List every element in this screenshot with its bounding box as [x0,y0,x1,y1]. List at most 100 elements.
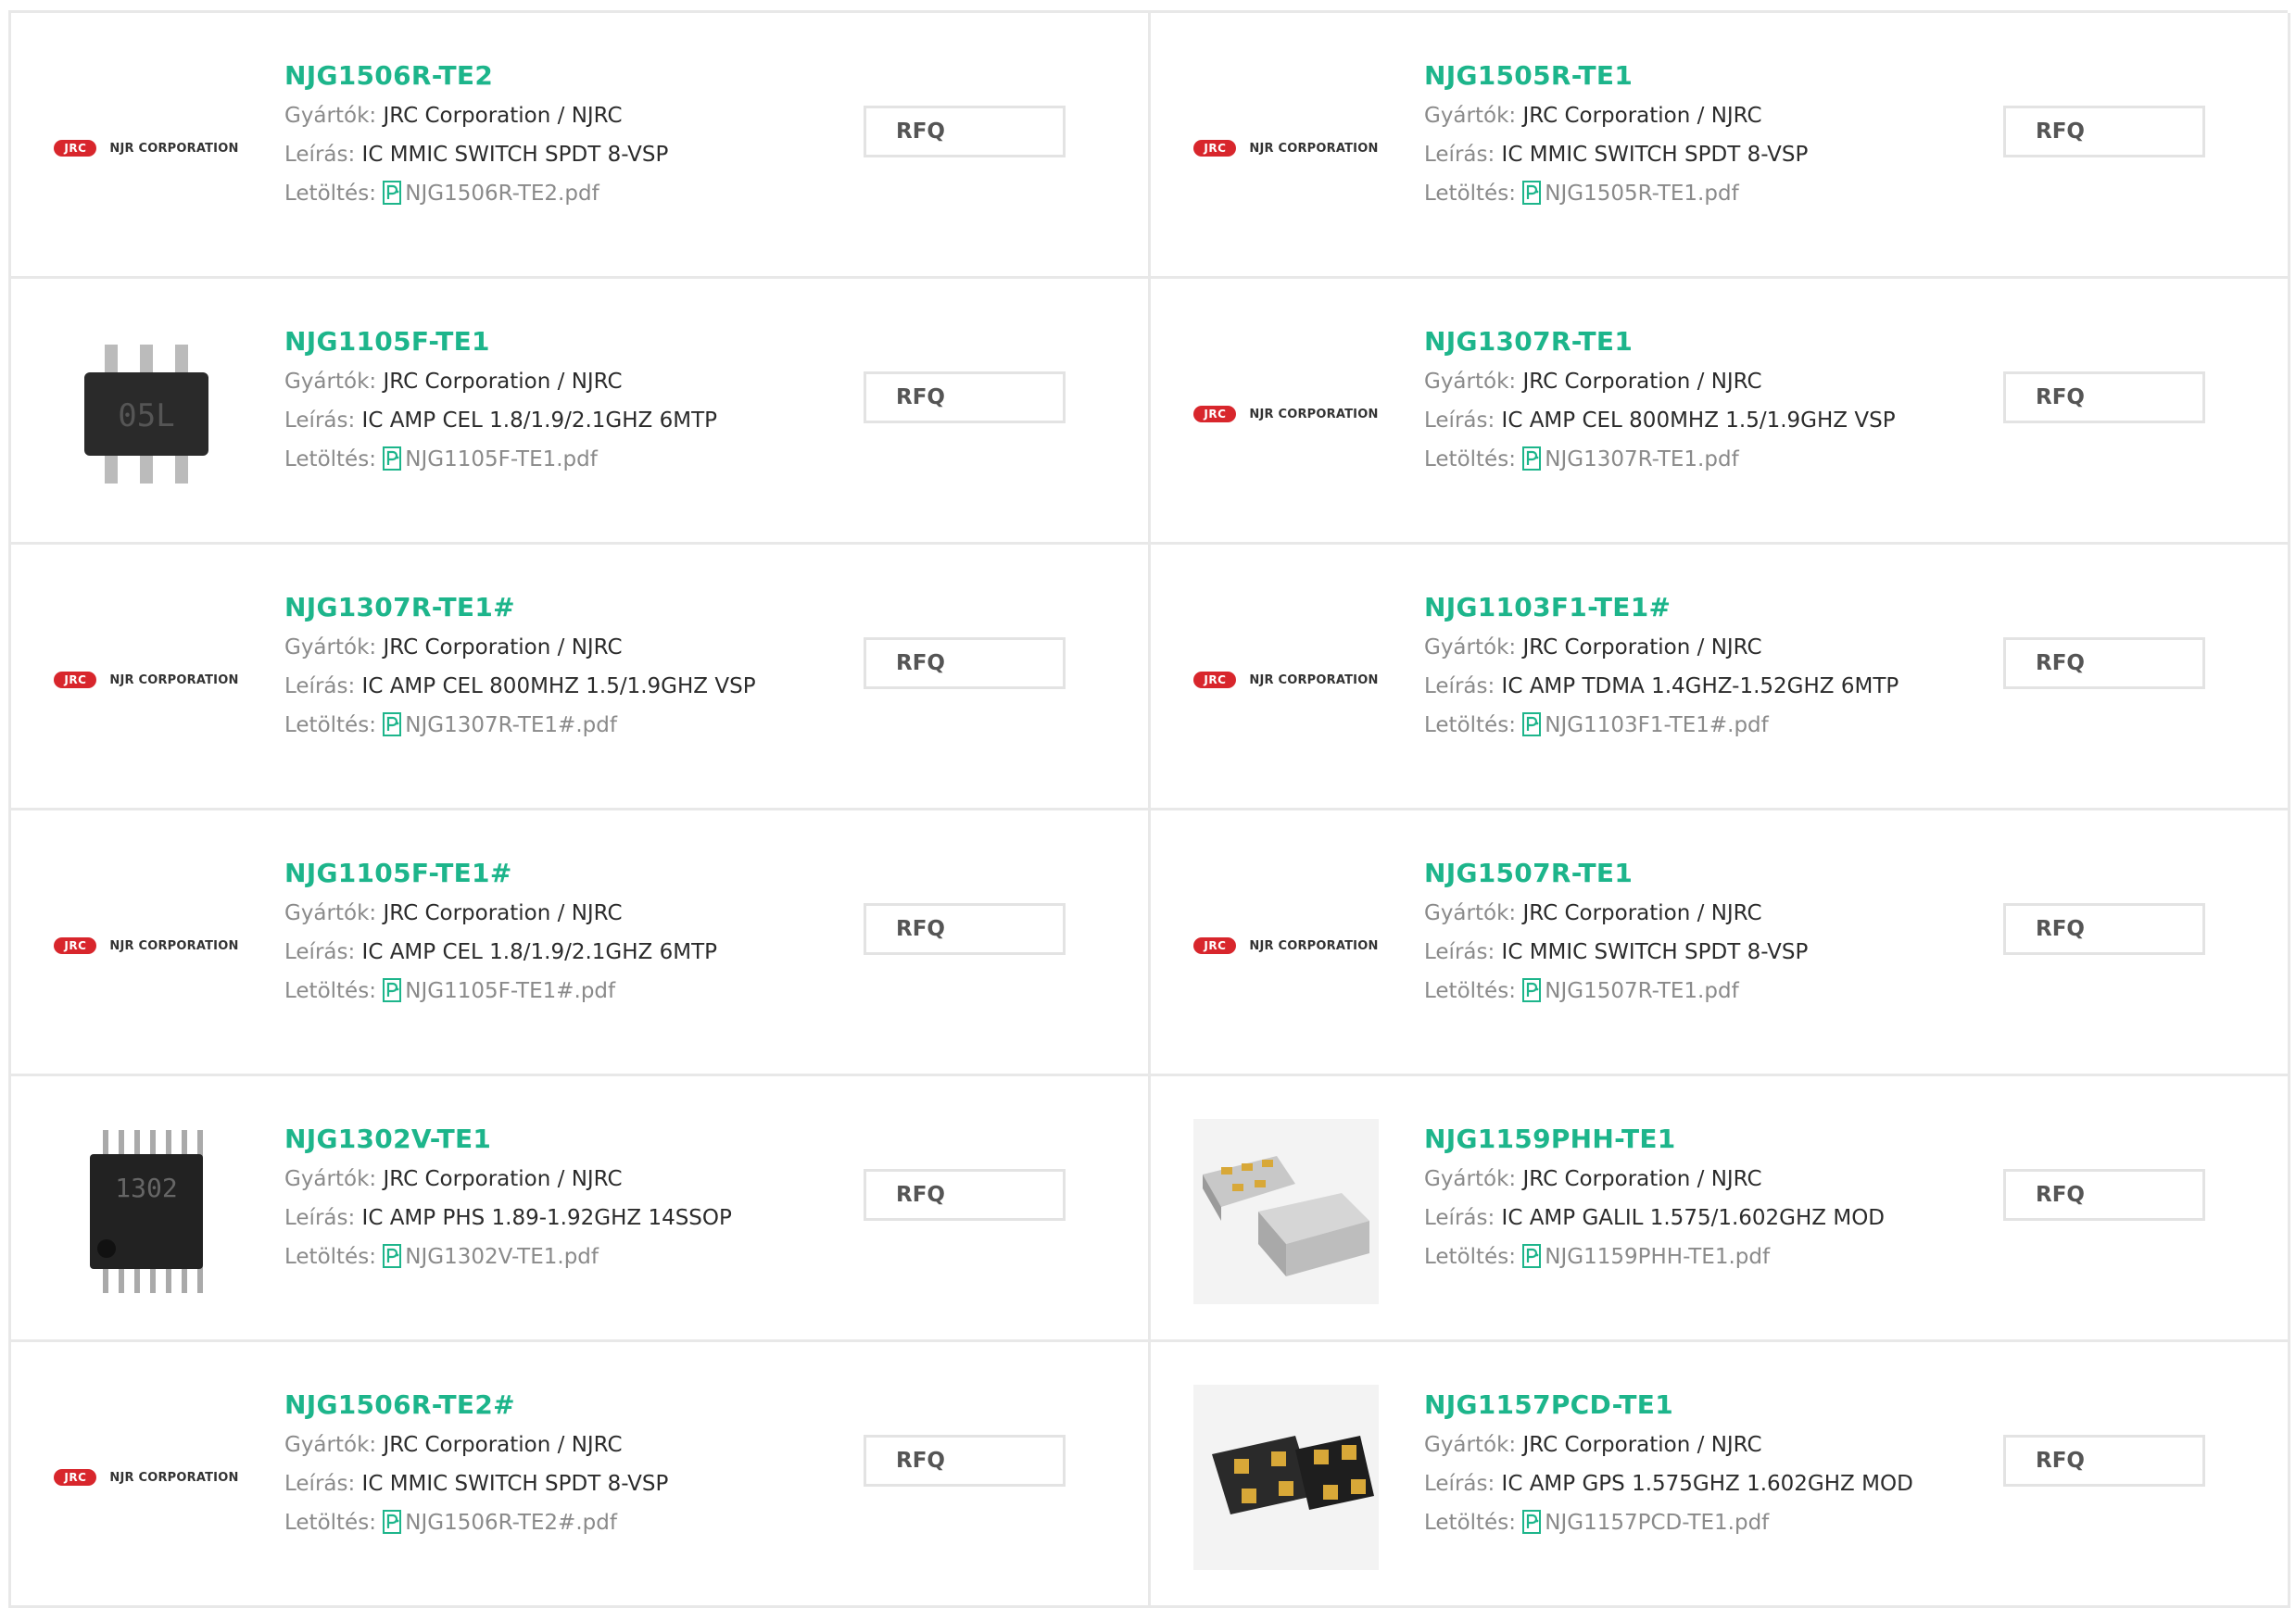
download-row: Letöltés: NJG1506R-TE2.pdf [284,174,840,218]
datasheet-link[interactable]: NJG1506R-TE2#.pdf [383,1510,617,1535]
product-info: NJG1506R-TE2# Gyártók: JRC Corporation /… [284,1388,840,1547]
description-value: IC AMP TDMA 1.4GHZ-1.52GHZ 6MTP [1501,674,1899,698]
description-label: Leírás: [284,674,356,698]
rfq-button[interactable]: RFQ [864,903,1066,955]
rfq-button[interactable]: RFQ [864,106,1066,157]
product-image[interactable]: JRC NJR CORPORATION [54,587,239,773]
description-row: Leírás: IC MMIC SWITCH SPDT 8-VSP [284,1464,840,1503]
description-row: Leírás: IC AMP CEL 1.8/1.9/2.1GHZ 6MTP [284,401,840,440]
manufacturer-label: Gyártók: [1424,901,1517,925]
product-image[interactable]: JRC NJR CORPORATION [1193,321,1379,507]
description-label: Leírás: [284,1206,356,1230]
description-label: Leírás: [284,1472,356,1496]
rfq-button[interactable]: RFQ [2003,903,2205,955]
datasheet-filename: NJG1157PCD-TE1.pdf [1545,1511,1770,1535]
description-label: Leírás: [1424,674,1495,698]
pdf-icon [383,976,402,1015]
datasheet-link[interactable]: NJG1103F1-TE1#.pdf [1522,712,1769,737]
part-number-link[interactable]: NJG1103F1-TE1# [1424,591,1980,624]
download-row: Letöltés: NJG1103F1-TE1#.pdf [1424,706,1980,749]
jrc-company-text: NJR CORPORATION [109,938,239,953]
download-row: Letöltés: NJG1507R-TE1.pdf [1424,972,1980,1015]
product-image[interactable]: 05L [54,321,239,507]
manufacturer-row: Gyártók: JRC Corporation / NJRC [1424,628,1980,667]
datasheet-filename: NJG1302V-TE1.pdf [405,1245,599,1269]
manufacturer-value: JRC Corporation / NJRC [383,370,623,394]
rfq-button[interactable]: RFQ [864,1435,1066,1487]
manufacturer-row: Gyártók: JRC Corporation / NJRC [284,628,840,667]
jrc-badge: JRC [1193,406,1237,422]
pdf-icon [383,445,402,484]
product-image[interactable] [1193,1385,1379,1570]
datasheet-link[interactable]: NJG1506R-TE2.pdf [383,181,599,206]
rfq-button[interactable]: RFQ [2003,1169,2205,1221]
datasheet-link[interactable]: NJG1507R-TE1.pdf [1522,978,1739,1003]
part-number-link[interactable]: NJG1307R-TE1 [1424,325,1980,358]
part-number-link[interactable]: NJG1505R-TE1 [1424,59,1980,93]
download-label: Letöltés: [284,1245,376,1269]
part-number-link[interactable]: NJG1105F-TE1# [284,857,840,890]
njr-logo: JRC NJR CORPORATION [54,1469,238,1486]
rfq-button[interactable]: RFQ [864,637,1066,689]
download-row: Letöltés: NJG1505R-TE1.pdf [1424,174,1980,218]
datasheet-link[interactable]: NJG1302V-TE1.pdf [383,1244,599,1269]
product-image[interactable]: JRC NJR CORPORATION [54,56,239,241]
part-number-link[interactable]: NJG1506R-TE2# [284,1388,840,1422]
datasheet-link[interactable]: NJG1157PCD-TE1.pdf [1522,1510,1770,1535]
manufacturer-value: JRC Corporation / NJRC [1522,1433,1762,1457]
rfq-button[interactable]: RFQ [864,371,1066,423]
manufacturer-row: Gyártók: JRC Corporation / NJRC [1424,894,1980,933]
datasheet-filename: NJG1507R-TE1.pdf [1545,979,1739,1003]
datasheet-link[interactable]: NJG1105F-TE1#.pdf [383,978,615,1003]
part-number-link[interactable]: NJG1157PCD-TE1 [1424,1388,1980,1422]
part-number-link[interactable]: NJG1302V-TE1 [284,1123,840,1156]
description-value: IC MMIC SWITCH SPDT 8-VSP [1501,143,1809,167]
part-number-link[interactable]: NJG1159PHH-TE1 [1424,1123,1980,1156]
download-label: Letöltés: [284,1511,376,1535]
datasheet-link[interactable]: NJG1105F-TE1.pdf [383,446,598,471]
datasheet-link[interactable]: NJG1505R-TE1.pdf [1522,181,1739,206]
product-image[interactable]: JRC NJR CORPORATION [1193,587,1379,773]
description-label: Leírás: [284,940,356,964]
jrc-company-text: NJR CORPORATION [1249,407,1379,421]
datasheet-filename: NJG1307R-TE1.pdf [1545,447,1739,471]
njr-logo: JRC NJR CORPORATION [1193,937,1378,954]
product-image[interactable] [1193,1119,1379,1304]
part-number-link[interactable]: NJG1507R-TE1 [1424,857,1980,890]
manufacturer-value: JRC Corporation / NJRC [383,901,623,925]
download-row: Letöltés: NJG1159PHH-TE1.pdf [1424,1237,1980,1281]
pdf-icon [383,1242,402,1281]
product-image[interactable]: JRC NJR CORPORATION [54,853,239,1038]
manufacturer-label: Gyártók: [284,1167,377,1191]
product-image[interactable]: 1302 [54,1119,239,1304]
description-row: Leírás: IC MMIC SWITCH SPDT 8-VSP [1424,933,1980,972]
datasheet-link[interactable]: NJG1307R-TE1#.pdf [383,712,617,737]
product-image[interactable]: JRC NJR CORPORATION [54,1385,239,1570]
datasheet-link[interactable]: NJG1159PHH-TE1.pdf [1522,1244,1770,1269]
description-value: IC MMIC SWITCH SPDT 8-VSP [361,143,669,167]
manufacturer-row: Gyártók: JRC Corporation / NJRC [284,1426,840,1464]
datasheet-link[interactable]: NJG1307R-TE1.pdf [1522,446,1739,471]
product-card: NJG1157PCD-TE1 Gyártók: JRC Corporation … [1151,1342,2290,1608]
product-image[interactable]: JRC NJR CORPORATION [1193,56,1379,241]
rfq-button[interactable]: RFQ [2003,371,2205,423]
rfq-button[interactable]: RFQ [2003,1435,2205,1487]
part-number-link[interactable]: NJG1105F-TE1 [284,325,840,358]
chip-14pin-icon: 1302 [90,1130,203,1293]
manufacturer-row: Gyártók: JRC Corporation / NJRC [284,96,840,135]
part-number-link[interactable]: NJG1506R-TE2 [284,59,840,93]
description-label: Leírás: [1424,408,1495,433]
part-number-link[interactable]: NJG1307R-TE1# [284,591,840,624]
manufacturer-value: JRC Corporation / NJRC [383,1433,623,1457]
manufacturer-value: JRC Corporation / NJRC [383,104,623,128]
product-image[interactable]: JRC NJR CORPORATION [1193,853,1379,1038]
product-info: NJG1307R-TE1# Gyártók: JRC Corporation /… [284,591,840,749]
description-row: Leírás: IC MMIC SWITCH SPDT 8-VSP [284,135,840,174]
description-label: Leírás: [1424,940,1495,964]
product-info: NJG1506R-TE2 Gyártók: JRC Corporation / … [284,59,840,218]
jrc-badge: JRC [1193,140,1237,157]
rfq-button[interactable]: RFQ [864,1169,1066,1221]
rfq-button[interactable]: RFQ [2003,637,2205,689]
rfq-button[interactable]: RFQ [2003,106,2205,157]
pdf-icon [1522,1242,1542,1281]
